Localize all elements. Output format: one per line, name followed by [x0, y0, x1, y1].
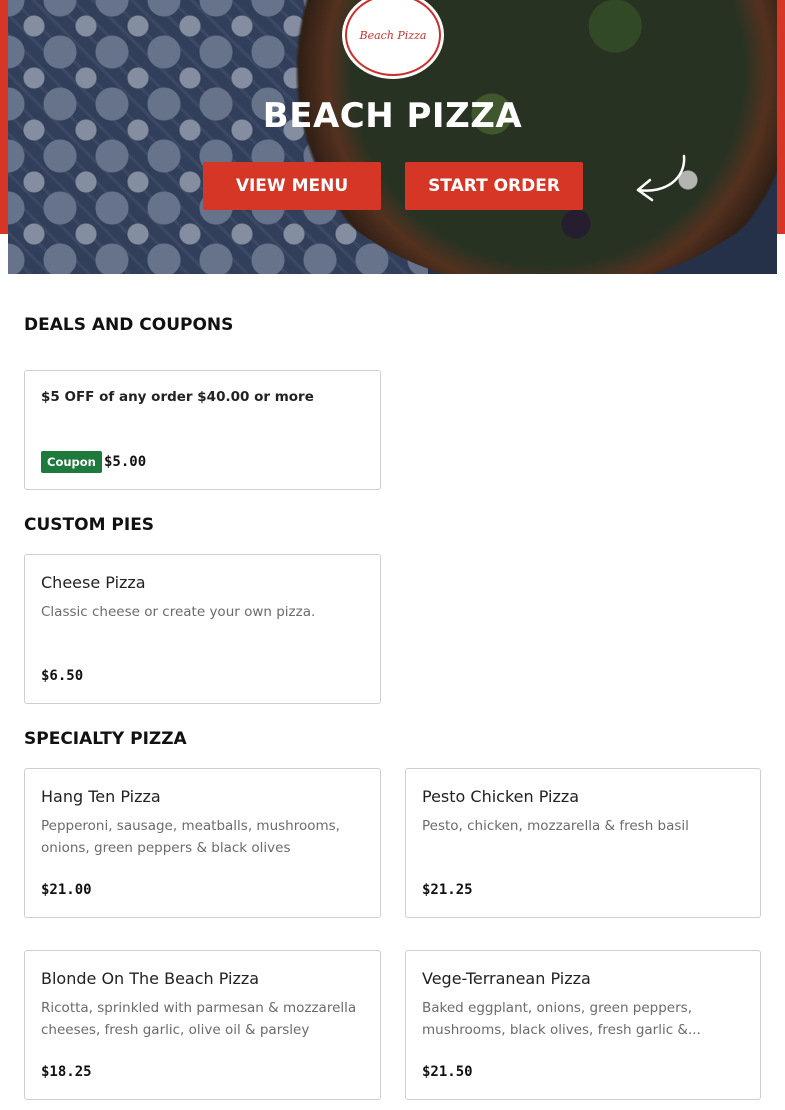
hero-banner: Beach Pizza BEACH PIZZA VIEW MENU START …: [8, 0, 777, 274]
item-price: $18.25: [41, 1064, 92, 1080]
item-name: Hang Ten Pizza: [41, 787, 161, 806]
menu-item-card[interactable]: Vege-Terranean Pizza Baked eggplant, oni…: [405, 950, 761, 1100]
item-price: $21.50: [422, 1064, 473, 1080]
curved-arrow-icon: [636, 154, 686, 202]
item-description: Pesto, chicken, mozzarella & fresh basil: [422, 818, 689, 834]
coupon-badge: Coupon: [41, 451, 102, 473]
specialty-heading: SPECIALTY PIZZA: [24, 729, 187, 749]
menu-item-card[interactable]: Cheese Pizza Classic cheese or create yo…: [24, 554, 381, 704]
start-order-button[interactable]: START ORDER: [405, 162, 583, 210]
page-title: BEACH PIZZA: [262, 96, 523, 136]
item-description: Ricotta, sprinkled with parmesan & mozza…: [41, 1000, 357, 1038]
item-name: Vege-Terranean Pizza: [422, 969, 591, 988]
view-menu-button[interactable]: VIEW MENU: [203, 162, 381, 210]
item-description: Pepperoni, sausage, meatballs, mushrooms…: [41, 818, 340, 856]
item-description: Baked eggplant, onions, green peppers, m…: [422, 1000, 701, 1038]
item-name: Cheese Pizza: [41, 573, 146, 592]
logo-text: Beach Pizza: [359, 28, 427, 42]
menu-item-card[interactable]: Pesto Chicken Pizza Pesto, chicken, mozz…: [405, 768, 761, 918]
item-name: Blonde On The Beach Pizza: [41, 969, 260, 988]
item-name: Pesto Chicken Pizza: [422, 787, 580, 806]
menu-item-card[interactable]: Blonde On The Beach Pizza Ricotta, sprin…: [24, 950, 381, 1100]
deal-description: $5 OFF of any order $40.00 or more: [41, 389, 314, 405]
item-price: $21.00: [41, 882, 92, 898]
deal-card[interactable]: $5 OFF of any order $40.00 or more Coupo…: [24, 370, 381, 490]
deals-heading: DEALS AND COUPONS: [24, 315, 234, 335]
custom-pies-heading: CUSTOM PIES: [24, 515, 155, 535]
item-description: Classic cheese or create your own pizza.: [41, 604, 316, 620]
deal-price: $5.00: [104, 454, 147, 470]
menu-item-card[interactable]: Hang Ten Pizza Pepperoni, sausage, meatb…: [24, 768, 381, 918]
item-price: $6.50: [41, 668, 84, 684]
item-price: $21.25: [422, 882, 473, 898]
